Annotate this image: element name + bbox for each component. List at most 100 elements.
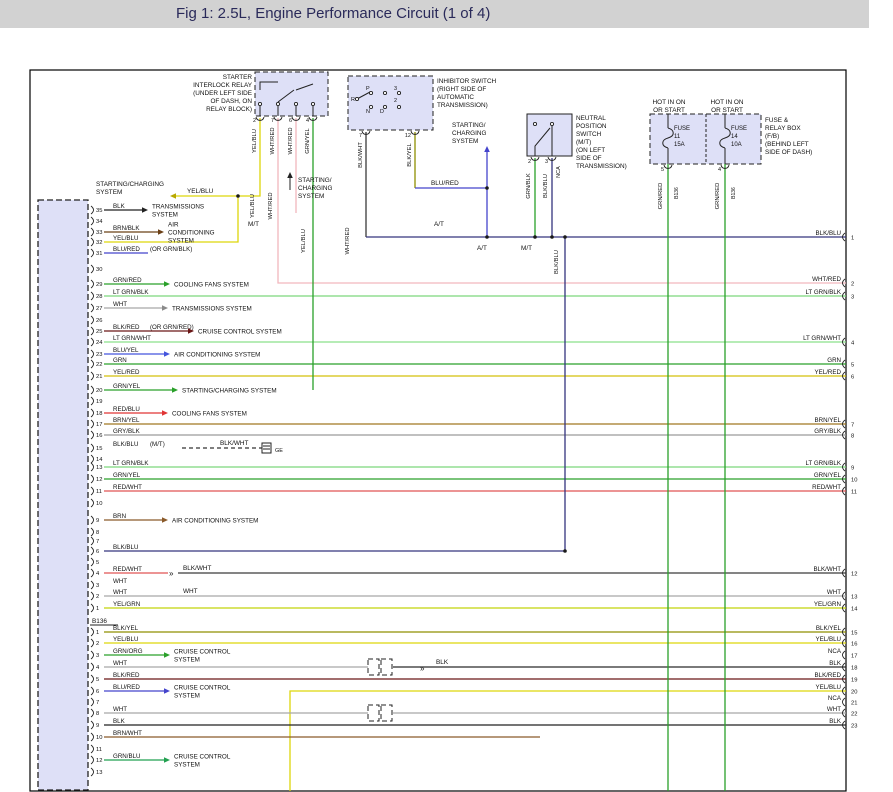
pin-bracket bbox=[91, 537, 94, 545]
wire-color-label: YEL/RED bbox=[815, 369, 842, 376]
system-label: TRANSMISSIONS SYSTEM bbox=[172, 306, 252, 313]
pin-number: 14 bbox=[96, 457, 103, 463]
label: M/T bbox=[248, 221, 259, 228]
junction-dot bbox=[485, 235, 489, 239]
label: B136 bbox=[731, 187, 737, 199]
wire-color-label: WHT bbox=[113, 706, 127, 713]
label: SYSTEM bbox=[452, 138, 478, 145]
label: POSITION bbox=[576, 123, 607, 130]
pin-bracket bbox=[91, 265, 94, 273]
wire-color-label: WHT bbox=[113, 301, 127, 308]
label: GRN/YEL bbox=[305, 128, 311, 154]
junction-dot bbox=[550, 235, 554, 239]
pin-number: 12 bbox=[96, 758, 102, 764]
pin-bracket bbox=[91, 409, 94, 417]
label: BLK/YEL bbox=[407, 142, 413, 166]
pin-bracket bbox=[91, 581, 94, 589]
label: 5 bbox=[661, 167, 664, 173]
pin-bracket bbox=[91, 768, 94, 776]
pin-number: 6 bbox=[96, 549, 99, 555]
wire-color-label: BLK/RED bbox=[113, 324, 140, 331]
pin-bracket bbox=[91, 499, 94, 507]
system-arrow bbox=[164, 281, 170, 287]
wire-color-label: RED/WHT bbox=[812, 484, 841, 491]
label: 7 bbox=[271, 118, 274, 124]
label: STARTER bbox=[223, 74, 253, 81]
label: 3 bbox=[394, 86, 397, 92]
pin-bracket bbox=[91, 745, 94, 753]
label: R bbox=[351, 97, 355, 103]
pin-number: 2 bbox=[96, 594, 99, 600]
contact-point bbox=[397, 91, 400, 94]
wire-color-label: BRN/WHT bbox=[113, 730, 142, 737]
pin-bracket bbox=[91, 431, 94, 439]
label: SIDE OF bbox=[576, 155, 602, 162]
wire-color-label: YEL/GRN bbox=[814, 601, 841, 608]
circuit-number: 18 bbox=[851, 665, 857, 671]
pin-bracket bbox=[91, 475, 94, 483]
wire-color-label: BLK bbox=[113, 203, 126, 210]
label: P bbox=[366, 86, 370, 92]
wire-color-label: BLK bbox=[113, 718, 126, 725]
circuit-number: 8 bbox=[851, 433, 854, 439]
label: BLK/WHT bbox=[183, 565, 212, 572]
pin-number: 3 bbox=[96, 583, 99, 589]
label: TRANSMISSION) bbox=[576, 163, 627, 170]
circuit-number: 20 bbox=[851, 689, 857, 695]
wire-color-label: BLK bbox=[829, 718, 842, 725]
pin-bracket bbox=[91, 206, 94, 214]
pin-bracket bbox=[91, 327, 94, 335]
wire-color-label: BLU/RED bbox=[113, 246, 140, 253]
wire-color-label: BLU/YEL bbox=[113, 347, 139, 354]
pin-bracket bbox=[91, 397, 94, 405]
wire-color-label: NCA bbox=[828, 648, 842, 655]
system-arrow bbox=[170, 193, 176, 199]
circuit-number: 2 bbox=[851, 281, 854, 287]
pin-bracket bbox=[91, 304, 94, 312]
label: 4 bbox=[306, 118, 309, 124]
pin-number: 4 bbox=[96, 665, 100, 671]
contact-point bbox=[294, 102, 297, 105]
wire-color-label: BLK/YEL bbox=[113, 625, 139, 632]
system-arrow bbox=[164, 688, 170, 694]
pin-bracket bbox=[91, 516, 94, 524]
pin-number: 15 bbox=[96, 446, 102, 452]
system-label: CRUISE CONTROL bbox=[174, 754, 231, 761]
wire-color-label: YEL/RED bbox=[113, 369, 140, 376]
pin-bracket bbox=[91, 628, 94, 636]
pin-number: 18 bbox=[96, 411, 102, 417]
pin-bracket bbox=[91, 360, 94, 368]
label: YEL/BLU bbox=[301, 229, 307, 253]
wire-color-label: BLK bbox=[829, 660, 842, 667]
label: HOT IN ON bbox=[711, 99, 744, 106]
pin-number: 23 bbox=[96, 352, 102, 358]
circuit-number: 23 bbox=[851, 723, 857, 729]
pin-bracket bbox=[91, 756, 94, 764]
label: OR START bbox=[711, 107, 743, 114]
system-arrow bbox=[164, 652, 170, 658]
system-arrow bbox=[142, 207, 148, 213]
wire-color-label: GRY/BLK bbox=[814, 428, 842, 435]
wire-color-label: BLU/RED bbox=[113, 684, 140, 691]
pin-number: 12 bbox=[96, 477, 102, 483]
circuit-number: 15 bbox=[851, 630, 857, 636]
system-arrow bbox=[287, 172, 293, 178]
label: STARTING/CHARGING bbox=[96, 181, 164, 188]
circuit-number: 12 bbox=[851, 571, 857, 577]
label: WHT bbox=[183, 588, 198, 595]
pin-bracket bbox=[91, 528, 94, 536]
system-label: TRANSMISSIONS bbox=[152, 204, 204, 211]
pin-bracket bbox=[91, 569, 94, 577]
label: BLK/BLU bbox=[543, 174, 549, 198]
pin-bracket bbox=[91, 651, 94, 659]
wire-color-label: BRN bbox=[113, 513, 126, 520]
pin-number: 11 bbox=[96, 489, 102, 495]
pin-bracket bbox=[91, 338, 94, 346]
wire-color-label: RED/BLU bbox=[113, 406, 140, 413]
system-arrow bbox=[162, 410, 168, 416]
label: FUSE & bbox=[765, 117, 789, 124]
wire bbox=[290, 691, 846, 791]
wire-color-label: YEL/BLU bbox=[113, 636, 138, 643]
pin-number: 4 bbox=[96, 571, 100, 577]
pin-number: 5 bbox=[96, 677, 99, 683]
